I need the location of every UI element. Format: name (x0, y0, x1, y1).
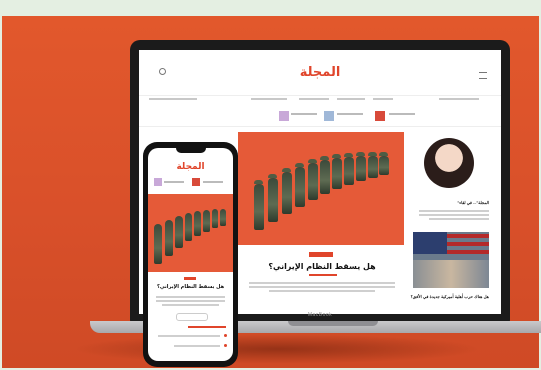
laptop-notch (288, 321, 378, 326)
soldier-figure (308, 163, 318, 200)
site-header: المجلة (139, 50, 501, 96)
soldier-figure (332, 158, 342, 189)
story-caption (337, 113, 363, 115)
soldier-cap (332, 154, 341, 158)
soldier-figure (254, 184, 264, 230)
hero-image[interactable] (238, 132, 404, 245)
story-thumbnail[interactable] (324, 111, 334, 121)
list-bullet (224, 344, 227, 347)
nav-item[interactable] (251, 98, 287, 100)
list-item[interactable] (174, 345, 220, 347)
collage-title[interactable]: هل هناك حرب أهلية أميركية جديدة في الأفق… (405, 294, 489, 299)
text-line (419, 210, 489, 212)
flag-stripe (447, 250, 489, 254)
soldier-figure (368, 156, 378, 178)
story-caption (203, 181, 223, 183)
hero-headline[interactable]: هل يسقط النظام الإيراني؟ (239, 262, 405, 271)
phone-device: المجلة هل يسقط النظام الإيراني؟ (143, 142, 238, 367)
soldier-cap (282, 168, 291, 172)
read-more-button[interactable] (176, 313, 208, 321)
nav-item[interactable] (149, 98, 197, 100)
soldier-figure (175, 216, 183, 248)
interview-title[interactable]: "المجلة"... في لقاء (409, 200, 489, 205)
soldier-cap (320, 156, 329, 160)
story-thumbnail[interactable] (375, 111, 385, 121)
nav-item[interactable] (337, 98, 365, 100)
category-tag[interactable] (309, 252, 333, 257)
soldier-figure (185, 213, 192, 241)
soldier-figure (194, 211, 201, 236)
flag-stripe (447, 234, 489, 238)
story-thumbnail[interactable] (279, 111, 289, 121)
text-line (249, 282, 395, 284)
phone-screen: المجلة هل يسقط النظام الإيراني؟ (148, 148, 233, 361)
text-line (249, 286, 395, 288)
soldier-figure (282, 172, 292, 214)
story-caption (164, 181, 184, 183)
soldier-figure (154, 224, 162, 264)
story-thumbnail[interactable] (192, 178, 200, 186)
soldier-figure (356, 156, 366, 181)
nav-item[interactable] (299, 98, 329, 100)
soldier-figure (295, 167, 305, 207)
soldier-figure (379, 156, 389, 175)
phone-headline[interactable]: هل يسقط النظام الإيراني؟ (152, 284, 229, 290)
list-item[interactable] (158, 335, 220, 337)
menu-icon[interactable] (479, 72, 487, 79)
story-strip (139, 108, 501, 127)
nav-item[interactable] (439, 98, 479, 100)
list-bullet (224, 334, 227, 337)
story-caption (291, 113, 317, 115)
soldier-cap (368, 152, 377, 156)
soldier-figure (268, 178, 278, 222)
soldier-cap (356, 152, 365, 156)
flag-stripe (447, 242, 489, 246)
soldier-figure (220, 209, 226, 226)
soldier-figure (165, 220, 173, 256)
text-line (156, 296, 225, 298)
soldier-figure (212, 209, 218, 228)
phone-notch (176, 148, 206, 153)
soldier-figure (344, 157, 354, 185)
phone-hero-image[interactable] (148, 194, 233, 272)
crowd-scene (413, 260, 489, 288)
soldier-cap (254, 180, 263, 184)
text-line (156, 300, 225, 302)
flag-canton (413, 232, 447, 254)
text-line (419, 214, 489, 216)
laptop-shadow (72, 334, 482, 364)
macbook-label: MacBook (307, 312, 333, 318)
soldier-cap (268, 174, 277, 178)
soldier-cap (379, 152, 388, 156)
site-logo[interactable]: المجلة (289, 65, 351, 80)
soldier-figure (203, 210, 210, 232)
story-caption (389, 113, 415, 115)
story-thumbnail[interactable] (154, 178, 162, 186)
search-icon[interactable] (159, 68, 166, 75)
soldier-cap (344, 153, 353, 157)
soldier-cap (295, 163, 304, 167)
author-portrait[interactable] (424, 138, 474, 188)
category-tag[interactable] (184, 277, 196, 280)
text-line (162, 304, 219, 306)
text-line (269, 290, 375, 292)
section-heading (188, 326, 226, 328)
headline-underline (309, 274, 337, 276)
text-line (429, 218, 489, 220)
soldier-figure (320, 160, 330, 194)
nav-item[interactable] (373, 98, 393, 100)
soldier-cap (308, 159, 317, 163)
phone-logo[interactable]: المجلة (168, 162, 213, 172)
collage-image[interactable] (413, 232, 489, 288)
